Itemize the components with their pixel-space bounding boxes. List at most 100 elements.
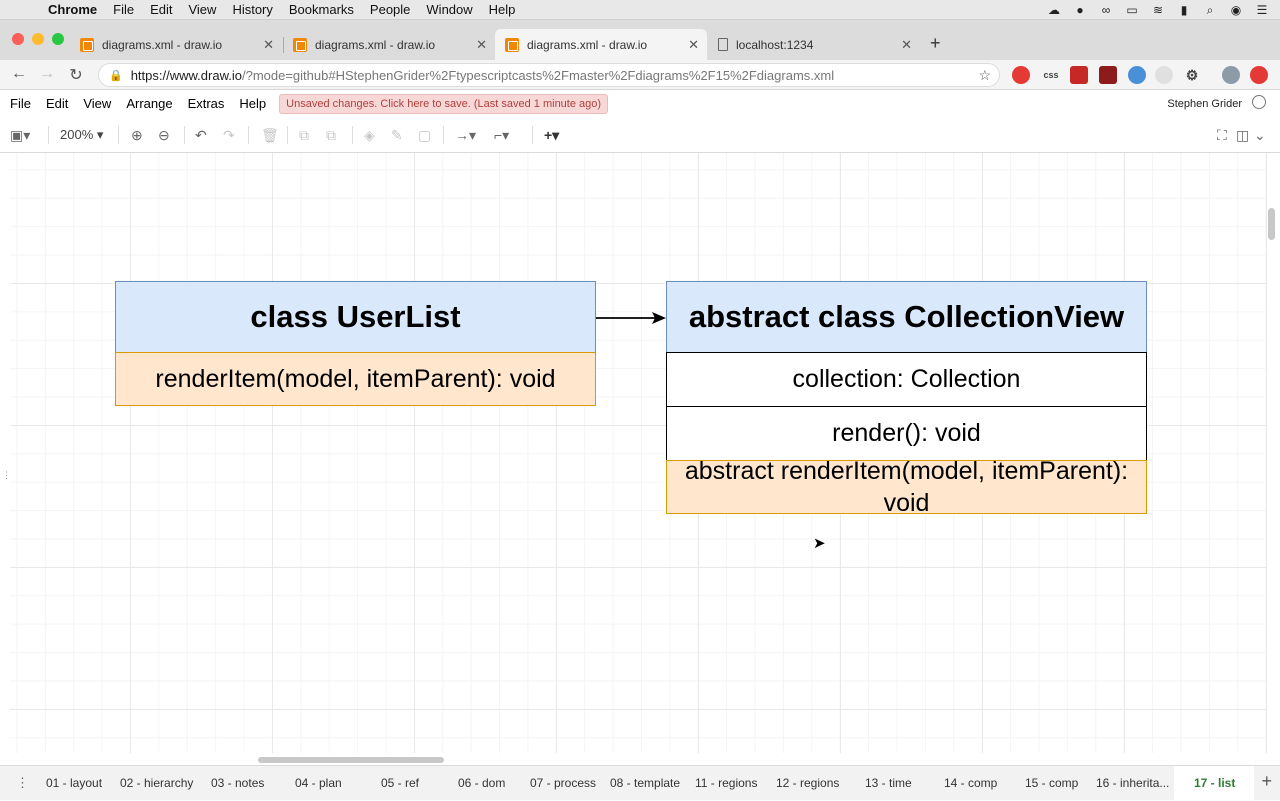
user-name[interactable]: Stephen Grider [1167, 98, 1242, 110]
mac-menu-help[interactable]: Help [489, 2, 516, 17]
waypoints-icon[interactable]: ⌐▾ [494, 127, 509, 144]
mac-menu-file[interactable]: File [113, 2, 134, 17]
search-icon[interactable]: ⌕ [1202, 2, 1218, 18]
menu-extras[interactable]: Extras [188, 96, 225, 111]
undo-icon[interactable]: ↶ [195, 127, 207, 144]
settings-gear-icon[interactable]: ⚙ [1183, 66, 1201, 84]
collapse-chevron-icon[interactable]: ⌄ [1254, 127, 1266, 144]
menu-edit[interactable]: Edit [46, 96, 68, 111]
page-tab[interactable]: 13 - time [865, 776, 912, 790]
url-path: /?mode=github#HStephenGrider%2Ftypescrip… [241, 67, 835, 83]
mac-menu-people[interactable]: People [370, 2, 410, 17]
menu-file[interactable]: File [10, 96, 31, 111]
redo-icon[interactable]: ↷ [223, 127, 235, 144]
notifications-icon[interactable]: ☰ [1254, 2, 1270, 18]
page-tab[interactable]: 12 - regions [776, 776, 839, 790]
close-tab-icon[interactable]: ✕ [901, 37, 912, 53]
page-tab[interactable]: 04 - plan [295, 776, 342, 790]
siri-icon[interactable]: ◉ [1228, 2, 1244, 18]
page-tab[interactable]: 08 - template [610, 776, 680, 790]
inheritance-arrow[interactable] [596, 310, 668, 326]
connection-style-icon[interactable]: →▾ [455, 127, 476, 144]
forward-icon[interactable]: → [37, 65, 57, 83]
fullscreen-icon[interactable]: ⛶ [1217, 127, 1227, 144]
sidebar-drag-handle[interactable]: ⋮ [2, 470, 11, 481]
back-icon[interactable]: ← [9, 65, 29, 83]
line-color-icon[interactable]: ✎ [391, 127, 403, 144]
reload-icon[interactable]: ↻ [66, 65, 86, 85]
delete-icon[interactable]: 🗑 [261, 127, 279, 144]
extension-icon[interactable] [1250, 66, 1268, 84]
collectionview-abstract-method[interactable]: abstract renderItem(model, itemParent): … [666, 457, 1147, 517]
page-tab-active[interactable]: 17 - list [1194, 776, 1235, 790]
bookmark-star-icon[interactable]: ☆ [978, 67, 991, 84]
extension-icon[interactable] [1155, 66, 1173, 84]
close-tab-icon[interactable]: ✕ [688, 37, 699, 53]
to-back-icon[interactable]: ⧉ [326, 127, 336, 144]
close-tab-icon[interactable]: ✕ [476, 37, 487, 53]
pages-menu-icon[interactable]: ⋮ [16, 775, 29, 791]
mac-menu-view[interactable]: View [188, 2, 216, 17]
mac-menu-window[interactable]: Window [426, 2, 472, 17]
page-tab[interactable]: 01 - layout [46, 776, 102, 790]
format-panel-icon[interactable]: ▣▾ [10, 127, 30, 144]
collectionview-render-method[interactable]: render(): void [666, 406, 1147, 461]
glasses-icon[interactable]: ∞ [1098, 2, 1114, 18]
zoom-select[interactable]: 200% ▾ [60, 127, 103, 143]
to-front-icon[interactable]: ⧉ [299, 127, 309, 144]
maximize-window-button[interactable] [52, 33, 64, 45]
status-icon[interactable]: ● [1072, 2, 1088, 18]
page-tab[interactable]: 07 - process [530, 776, 596, 790]
mac-menu-app[interactable]: Chrome [48, 2, 97, 17]
add-page-button[interactable]: + [1261, 771, 1272, 792]
address-bar[interactable]: 🔒 https://www.draw.io/?mode=github#HStep… [98, 63, 1000, 87]
mac-menu-bookmarks[interactable]: Bookmarks [289, 2, 354, 17]
insert-icon[interactable]: +▾ [544, 127, 559, 144]
page-tab[interactable]: 05 - ref [381, 776, 419, 790]
page-tab[interactable]: 15 - comp [1025, 776, 1078, 790]
profile-avatar[interactable] [1222, 66, 1240, 84]
fill-color-icon[interactable]: ◈ [364, 127, 375, 144]
page-tab[interactable]: 03 - notes [211, 776, 264, 790]
close-tab-icon[interactable]: ✕ [263, 37, 274, 53]
new-tab-button[interactable]: + [930, 33, 941, 54]
userlist-method[interactable]: renderItem(model, itemParent): void [115, 352, 596, 406]
page-tab[interactable]: 11 - regions [695, 776, 757, 790]
page-tab[interactable]: 14 - comp [944, 776, 997, 790]
menu-help[interactable]: Help [239, 96, 266, 111]
menu-arrange[interactable]: Arrange [126, 96, 172, 111]
unsaved-changes-banner[interactable]: Unsaved changes. Click here to save. (La… [279, 93, 609, 114]
css-extension-icon[interactable]: css [1040, 66, 1062, 84]
ublock-extension-icon[interactable] [1099, 66, 1117, 84]
vertical-scrollbar[interactable] [1268, 208, 1275, 240]
browser-tab-active[interactable]: diagrams.xml - draw.io ✕ [495, 29, 707, 60]
minimize-window-button[interactable] [32, 33, 44, 45]
browser-tab[interactable]: diagrams.xml - draw.io ✕ [283, 29, 495, 60]
close-window-button[interactable] [12, 33, 24, 45]
shadow-icon[interactable]: ▢ [418, 127, 431, 144]
collectionview-class-header[interactable]: abstract class CollectionView [666, 281, 1147, 353]
extension-icon[interactable] [1070, 66, 1088, 84]
zoom-out-icon[interactable]: ⊖ [158, 127, 170, 144]
apple-icon[interactable] [18, 2, 34, 18]
page-tab[interactable]: 16 - inherita... [1096, 776, 1169, 790]
browser-tab[interactable]: diagrams.xml - draw.io ✕ [70, 29, 282, 60]
airplay-icon[interactable]: ▭ [1124, 2, 1140, 18]
extension-icon[interactable] [1128, 66, 1146, 84]
battery-icon[interactable]: ▮ [1176, 2, 1192, 18]
adblock-extension-icon[interactable] [1012, 66, 1030, 84]
zoom-in-icon[interactable]: ⊕ [131, 127, 143, 144]
panel-toggle-icon[interactable]: ◫ [1236, 127, 1249, 144]
language-globe-icon[interactable] [1252, 95, 1266, 109]
page-tab[interactable]: 02 - hierarchy [120, 776, 193, 790]
userlist-class-header[interactable]: class UserList [115, 281, 596, 353]
horizontal-scrollbar[interactable] [258, 757, 444, 763]
menu-view[interactable]: View [83, 96, 111, 111]
mac-menu-edit[interactable]: Edit [150, 2, 172, 17]
browser-tab[interactable]: localhost:1234 ✕ [708, 29, 920, 60]
mac-menu-history[interactable]: History [232, 2, 272, 17]
cloud-icon[interactable]: ☁ [1046, 2, 1062, 18]
collectionview-property[interactable]: collection: Collection [666, 352, 1147, 407]
page-tab[interactable]: 06 - dom [458, 776, 505, 790]
wifi-icon[interactable]: ≋ [1150, 2, 1166, 18]
